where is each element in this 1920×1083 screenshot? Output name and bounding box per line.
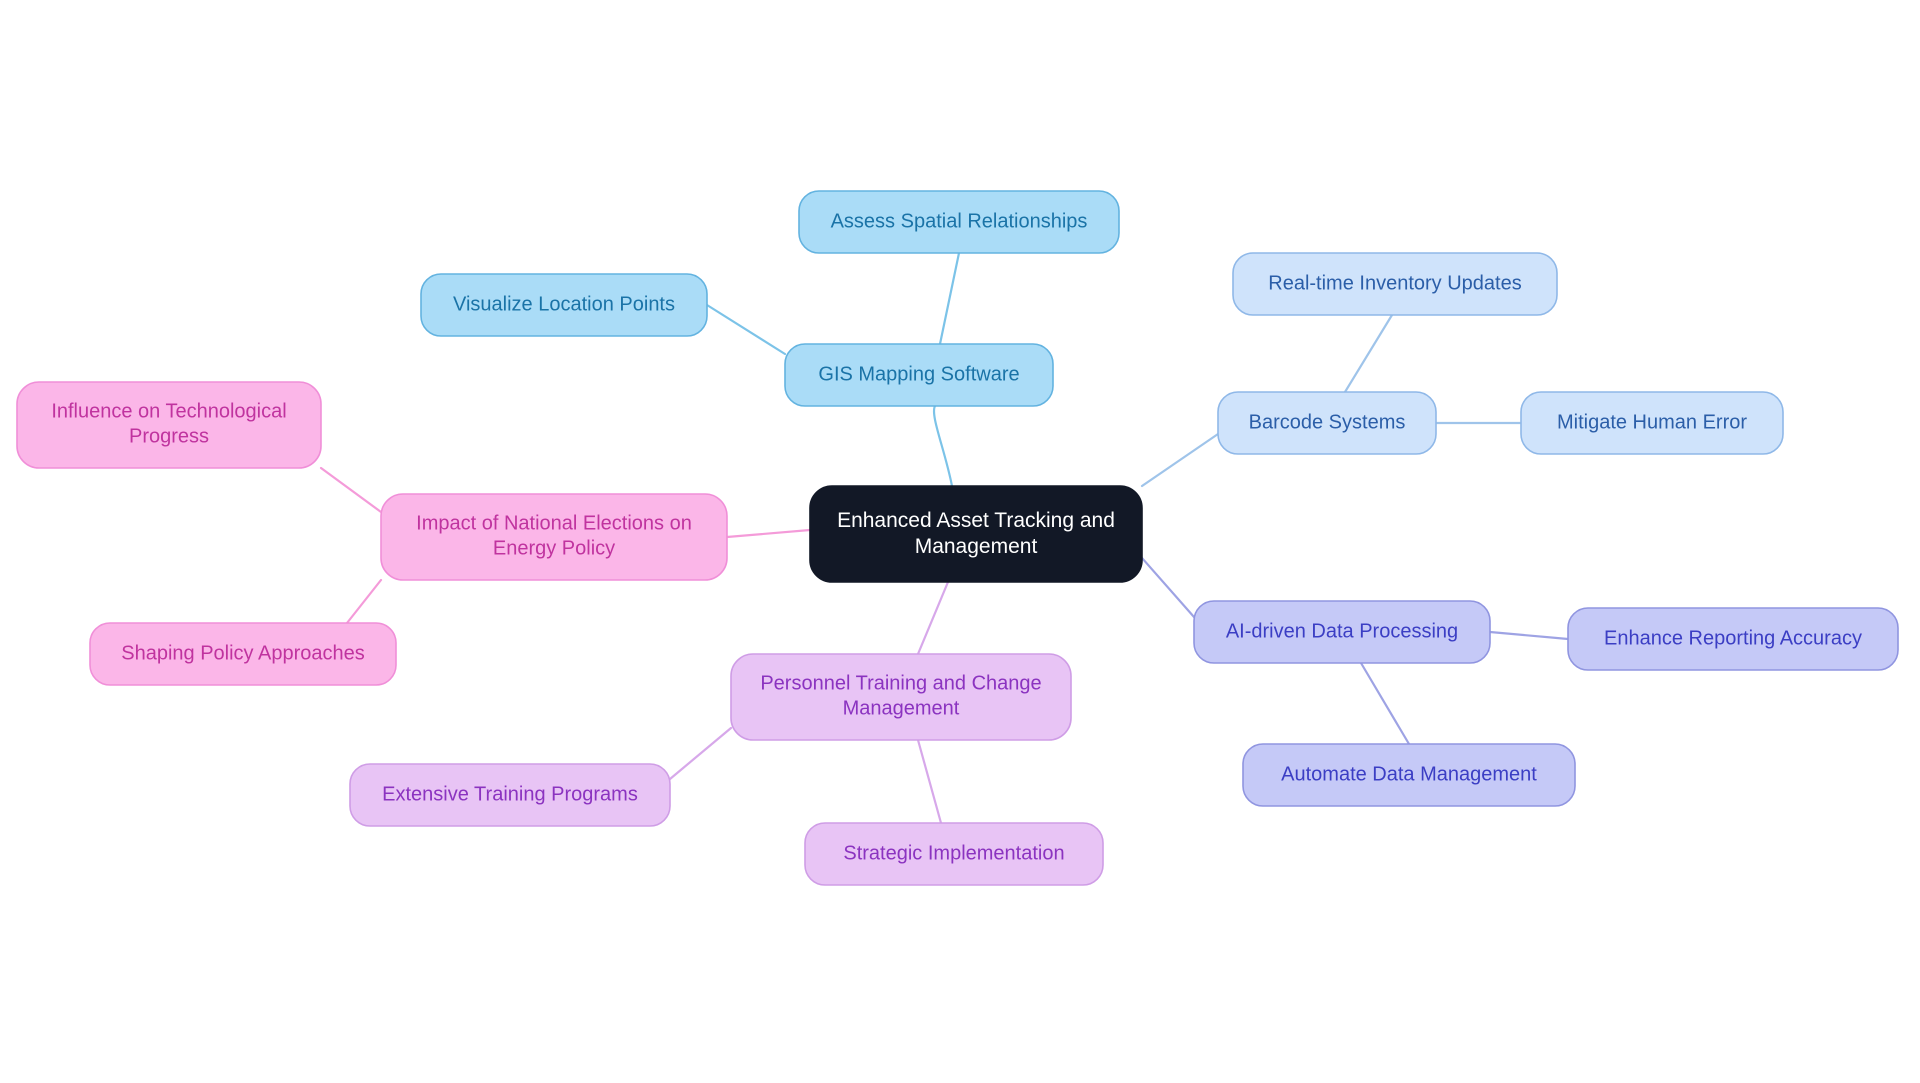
node-label-gis-mapping-software: GIS Mapping Software	[818, 363, 1019, 385]
connector-personnel-training-and-change-management-to-extensive-training-programs	[668, 726, 733, 781]
node-label-automate-data-management: Automate Data Management	[1281, 763, 1537, 785]
branch-node-gis-mapping-software[interactable]: GIS Mapping Software	[784, 343, 1054, 407]
connector-root-to-personnel-training-and-change-management	[916, 580, 950, 656]
node-label-shaping-policy-approaches: Shaping Policy Approaches	[121, 642, 365, 664]
branch-node-personnel-training-and-change-management[interactable]: Personnel Training and Change Management	[730, 653, 1072, 741]
leaf-node-influence-on-technological-progress[interactable]: Influence on Technological Progress	[16, 381, 322, 469]
leaf-node-enhance-reporting-accuracy[interactable]: Enhance Reporting Accuracy	[1567, 607, 1899, 671]
leaf-node-real-time-inventory-updates[interactable]: Real-time Inventory Updates	[1232, 252, 1558, 316]
connector-root-to-impact-of-national-elections-on-energy-policy	[725, 528, 812, 539]
branch-node-barcode-systems[interactable]: Barcode Systems	[1217, 391, 1437, 455]
connector-root-to-barcode-systems	[1140, 432, 1220, 488]
leaf-node-mitigate-human-error[interactable]: Mitigate Human Error	[1520, 391, 1784, 455]
mindmap-canvas: Enhanced Asset Tracking and Management GIS…	[0, 0, 1920, 1083]
node-label-strategic-implementation: Strategic Implementation	[843, 842, 1064, 864]
connector-gis-mapping-software-to-assess-spatial-relationships	[938, 251, 961, 346]
connector-impact-of-national-elections-on-energy-policy-to-shaping-policy-approaches	[345, 578, 383, 625]
leaf-node-extensive-training-programs[interactable]: Extensive Training Programs	[349, 763, 671, 827]
root-node-root[interactable]: Enhanced Asset Tracking and Management	[809, 485, 1143, 583]
node-label-visualize-location-points: Visualize Location Points	[453, 293, 675, 315]
node-label-barcode-systems: Barcode Systems	[1249, 411, 1406, 433]
node-label-enhance-reporting-accuracy: Enhance Reporting Accuracy	[1604, 627, 1862, 649]
branch-node-ai-driven-data-processing[interactable]: AI-driven Data Processing	[1193, 600, 1491, 664]
connector-root-to-gis-mapping-software	[932, 404, 954, 488]
connector-personnel-training-and-change-management-to-strategic-implementation	[916, 738, 943, 825]
node-label-ai-driven-data-processing: AI-driven Data Processing	[1226, 620, 1458, 642]
leaf-node-automate-data-management[interactable]: Automate Data Management	[1242, 743, 1576, 807]
branch-node-impact-of-national-elections-on-energy-policy[interactable]: Impact of National Elections on Energy Po…	[380, 493, 728, 581]
connector-ai-driven-data-processing-to-enhance-reporting-accuracy	[1488, 630, 1570, 641]
nodes-layer: Enhanced Asset Tracking and Management GIS…	[16, 190, 1899, 886]
leaf-node-visualize-location-points[interactable]: Visualize Location Points	[420, 273, 708, 337]
connector-impact-of-national-elections-on-energy-policy-to-influence-on-technological-progress	[319, 466, 383, 514]
leaf-node-strategic-implementation[interactable]: Strategic Implementation	[804, 822, 1104, 886]
connector-root-to-ai-driven-data-processing	[1140, 556, 1196, 619]
node-label-mitigate-human-error: Mitigate Human Error	[1557, 411, 1747, 433]
node-label-extensive-training-programs: Extensive Training Programs	[382, 783, 638, 805]
leaf-node-shaping-policy-approaches[interactable]: Shaping Policy Approaches	[89, 622, 397, 686]
leaf-node-assess-spatial-relationships[interactable]: Assess Spatial Relationships	[798, 190, 1120, 254]
mindmap-diagram: Enhanced Asset Tracking and Management GIS…	[16, 190, 1899, 886]
connector-barcode-systems-to-real-time-inventory-updates	[1343, 313, 1394, 394]
connector-ai-driven-data-processing-to-automate-data-management	[1359, 661, 1411, 746]
node-label-real-time-inventory-updates: Real-time Inventory Updates	[1268, 272, 1521, 294]
connector-gis-mapping-software-to-visualize-location-points	[705, 303, 787, 356]
node-label-assess-spatial-relationships: Assess Spatial Relationships	[831, 210, 1088, 232]
